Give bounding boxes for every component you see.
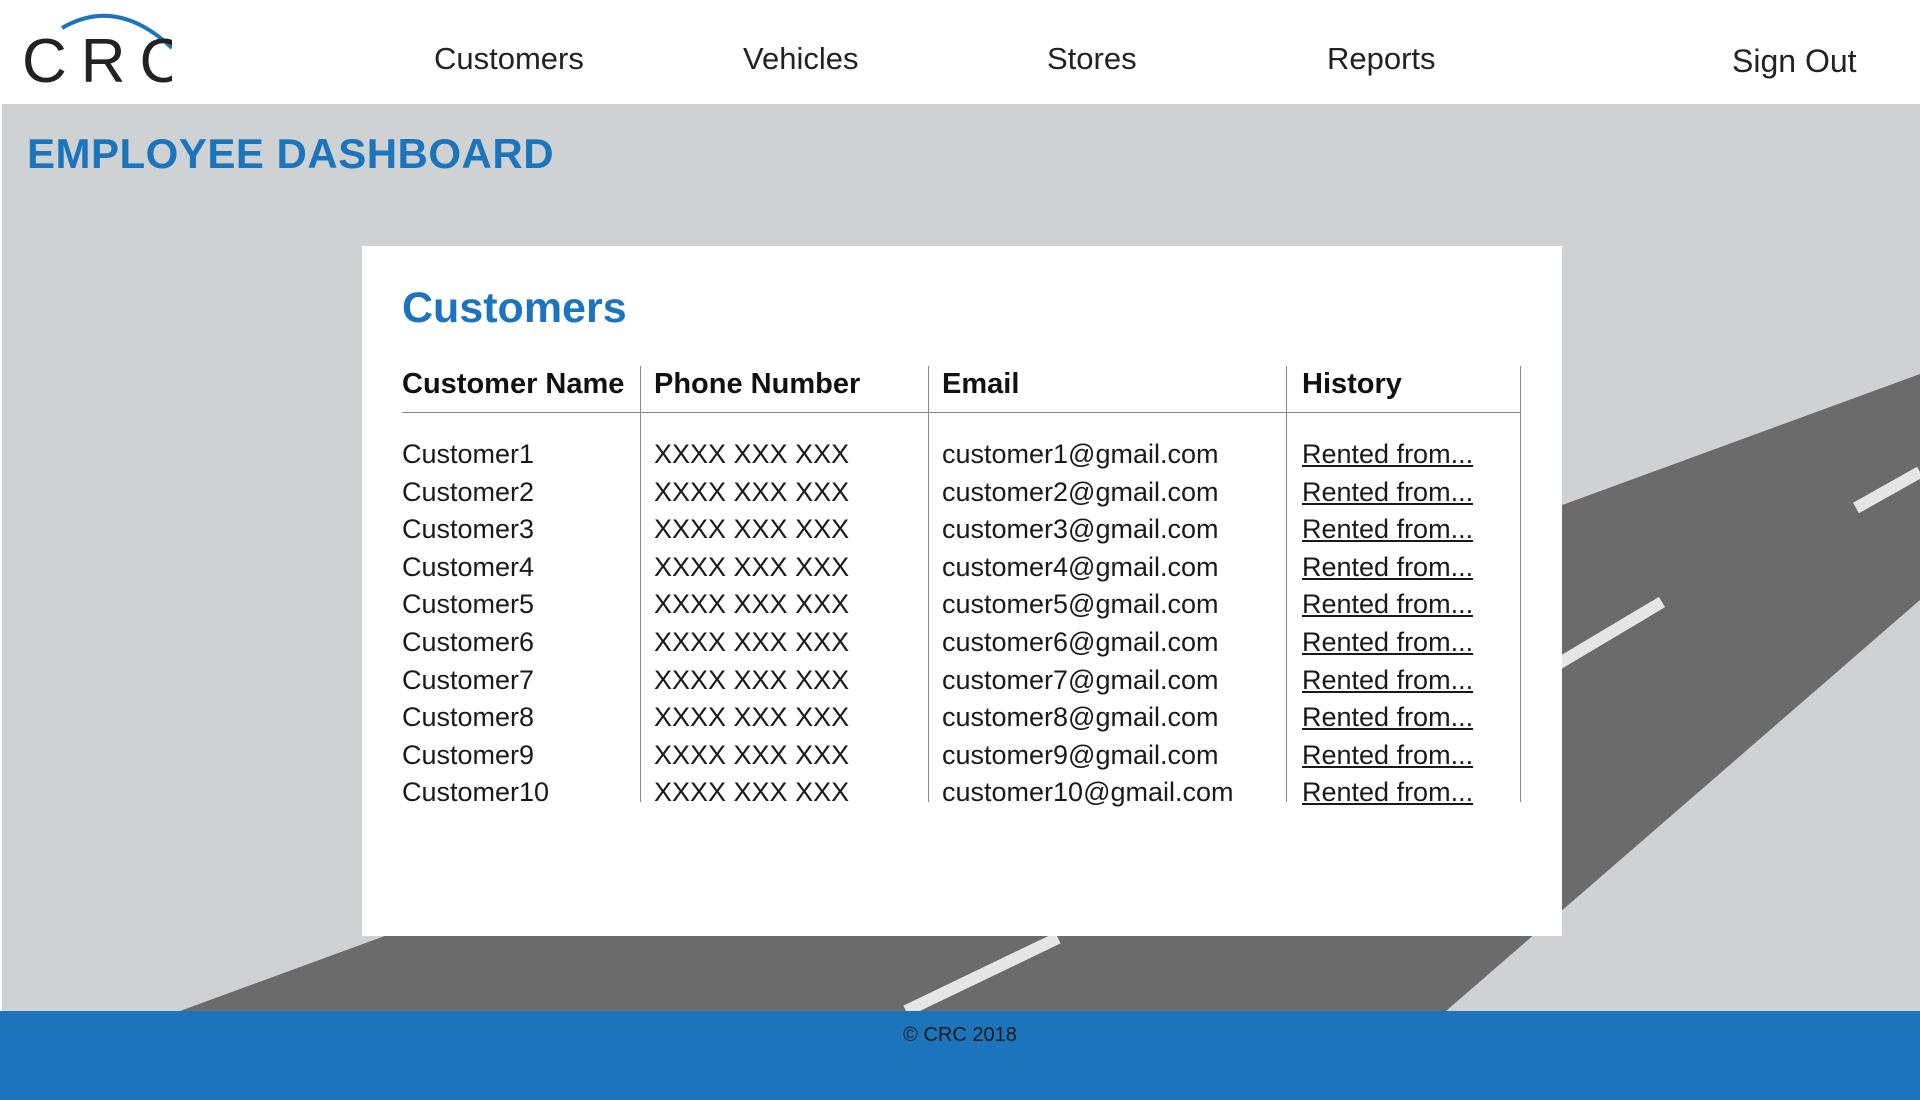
nav-customers[interactable]: Customers — [434, 40, 584, 78]
email-cell: customer8@gmail.com — [942, 702, 1219, 733]
customer-name-cell: Customer6 — [402, 626, 535, 657]
history-link[interactable]: Rented from... — [1302, 436, 1473, 472]
dashboard-title: EMPLOYEE DASHBOARD — [27, 130, 555, 177]
email-cell: customer1@gmail.com — [942, 439, 1219, 469]
main-content: EMPLOYEE DASHBOARD Customers Customer Na… — [2, 104, 1920, 1011]
col-history: History — [1302, 368, 1402, 400]
table-row: Customer5 XXXX XXX XXX customer5@gmail.com… — [402, 586, 1520, 624]
col-customer-name: Customer Name — [402, 368, 625, 400]
history-link[interactable]: Rented from... — [1302, 549, 1473, 585]
history-link[interactable]: Rented from... — [1302, 737, 1473, 773]
table-row: Customer7 XXXX XXX XXX customer7@gmail.com… — [402, 662, 1520, 700]
phone-number-cell: XXXX XXX XXX — [654, 626, 850, 657]
history-link[interactable]: Rented from... — [1302, 699, 1473, 735]
top-header: CRC Customers Vehicles Stores Reports Si… — [0, 0, 1920, 104]
table-row: Customer8 XXXX XXX XXX customer8@gmail.com… — [402, 699, 1520, 737]
email-cell: customer4@gmail.com — [942, 551, 1219, 582]
column-divider — [1520, 366, 1521, 802]
nav-vehicles[interactable]: Vehicles — [743, 40, 858, 78]
history-link[interactable]: Rented from... — [1302, 474, 1473, 510]
table-body: Customer1 XXXX XXX XXX customer1@gmail.com… — [402, 436, 1520, 812]
customers-table: Customer Name Phone Number Email History… — [402, 366, 1520, 807]
phone-number-cell: XXXX XXX XXX — [654, 777, 850, 808]
email-cell: customer3@gmail.com — [942, 514, 1219, 545]
email-cell: customer6@gmail.com — [942, 626, 1219, 657]
table-row: Customer2 XXXX XXX XXX customer2@gmail.com… — [402, 474, 1520, 512]
customer-name-cell: Customer8 — [402, 702, 535, 733]
email-cell: customer10@gmail.com — [942, 777, 1234, 808]
customer-name-cell: Customer10 — [402, 777, 550, 808]
customer-name-cell: Customer3 — [402, 514, 535, 545]
customer-name-cell: Customer5 — [402, 589, 535, 620]
crc-logo[interactable]: CRC — [22, 10, 172, 90]
copyright-text: © CRC 2018 — [903, 1024, 1017, 1046]
history-link[interactable]: Rented from... — [1302, 774, 1473, 810]
customer-name-cell: Customer4 — [402, 551, 535, 582]
phone-number-cell: XXXX XXX XXX — [654, 514, 850, 545]
col-email: Email — [942, 368, 1020, 400]
sign-out-link[interactable]: Sign Out — [1732, 42, 1857, 80]
column-divider — [640, 366, 641, 802]
footer: © CRC 2018 — [0, 1011, 1920, 1100]
table-row: Customer4 XXXX XXX XXX customer4@gmail.com… — [402, 549, 1520, 587]
customers-card-title: Customers — [402, 284, 627, 332]
email-cell: customer2@gmail.com — [942, 476, 1219, 507]
phone-number-cell: XXXX XXX XXX — [654, 739, 850, 770]
phone-number-cell: XXXX XXX XXX — [654, 589, 850, 620]
email-cell: customer5@gmail.com — [942, 589, 1219, 620]
history-link[interactable]: Rented from... — [1302, 586, 1473, 622]
table-row: Customer1 XXXX XXX XXX customer1@gmail.com… — [402, 436, 1520, 474]
logo-text: CRC — [22, 27, 172, 90]
nav-reports[interactable]: Reports — [1327, 40, 1436, 78]
phone-number-cell: XXXX XXX XXX — [654, 702, 850, 733]
email-cell: customer9@gmail.com — [942, 739, 1219, 770]
email-cell: customer7@gmail.com — [942, 664, 1219, 695]
customer-name-cell: Customer1 — [402, 439, 535, 469]
column-divider — [1286, 366, 1287, 802]
table-row: Customer10 XXXX XXX XXX customer10@gmail.c… — [402, 774, 1520, 812]
col-phone-number: Phone Number — [654, 368, 861, 400]
customer-name-cell: Customer2 — [402, 476, 535, 507]
customer-name-cell: Customer7 — [402, 664, 535, 695]
table-row: Customer9 XXXX XXX XXX customer9@gmail.com… — [402, 737, 1520, 775]
phone-number-cell: XXXX XXX XXX — [654, 439, 850, 469]
phone-number-cell: XXXX XXX XXX — [654, 551, 850, 582]
table-header: Customer Name Phone Number Email History — [402, 366, 1520, 413]
history-link[interactable]: Rented from... — [1302, 624, 1473, 660]
customer-name-cell: Customer9 — [402, 739, 535, 770]
history-link[interactable]: Rented from... — [1302, 511, 1473, 547]
history-link[interactable]: Rented from... — [1302, 662, 1473, 698]
column-divider — [928, 366, 929, 802]
phone-number-cell: XXXX XXX XXX — [654, 664, 850, 695]
table-row: Customer3 XXXX XXX XXX customer3@gmail.com… — [402, 511, 1520, 549]
customers-card: Customers Customer Name Phone Number Ema… — [362, 246, 1562, 936]
table-row: Customer6 XXXX XXX XXX customer6@gmail.com… — [402, 624, 1520, 662]
nav-stores[interactable]: Stores — [1047, 40, 1137, 78]
phone-number-cell: XXXX XXX XXX — [654, 476, 850, 507]
